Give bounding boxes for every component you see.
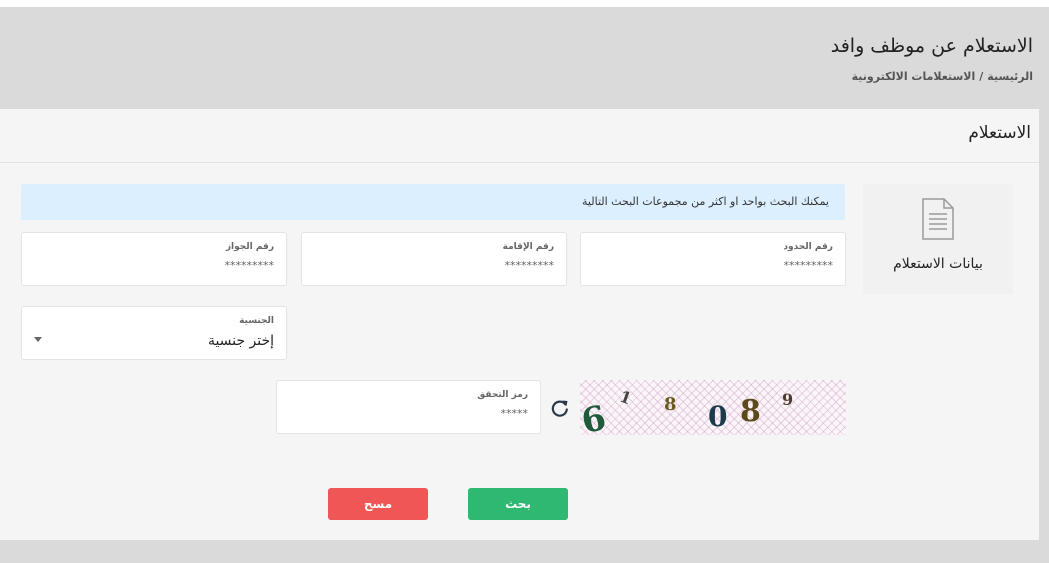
top-strip <box>0 0 1049 7</box>
chevron-down-icon <box>34 337 42 342</box>
clear-button[interactable]: مسح <box>328 488 428 520</box>
captcha-digit: 0 <box>708 400 728 433</box>
captcha-digit: 1 <box>617 386 635 409</box>
border-number-field: رقم الحدود <box>580 232 846 286</box>
card-title: الاستعلام <box>968 123 1031 143</box>
iqama-number-label: رقم الإقامة <box>502 242 554 252</box>
captcha-digit: 8 <box>664 394 677 415</box>
captcha-code-label: رمز التحقق <box>477 390 528 400</box>
nationality-select[interactable]: الجنسية إختر جنسية <box>21 306 287 360</box>
captcha-code-field: رمز التحقق <box>276 380 541 434</box>
border-number-input[interactable] <box>593 259 833 272</box>
captcha-digit: 6 <box>578 397 610 443</box>
passport-number-label: رقم الجواز <box>225 242 274 252</box>
document-icon <box>922 198 954 240</box>
refresh-icon[interactable] <box>550 398 570 418</box>
info-message: يمكنك البحث بواحد او اكثر من مجموعات الب… <box>21 184 845 220</box>
breadcrumb: الرئيسية/الاستعلامات الالكترونية <box>852 70 1033 83</box>
breadcrumb-current: الاستعلامات الالكترونية <box>851 70 976 83</box>
iqama-number-input[interactable] <box>314 259 554 272</box>
breadcrumb-home-link[interactable]: الرئيسية <box>987 70 1033 83</box>
page-title: الاستعلام عن موظف وافد <box>830 35 1033 57</box>
search-button[interactable]: بحث <box>468 488 568 520</box>
passport-number-field: رقم الجواز <box>21 232 287 286</box>
captcha-digit: 8 <box>740 394 761 429</box>
iqama-number-field: رقم الإقامة <box>301 232 567 286</box>
border-number-label: رقم الحدود <box>783 242 833 252</box>
captcha-code-input[interactable] <box>289 407 528 420</box>
passport-number-input[interactable] <box>34 259 274 272</box>
captcha-image: 6 1 8 0 8 9 <box>578 380 846 442</box>
page-header: الاستعلام عن موظف وافد الرئيسية/الاستعلا… <box>0 7 1049 109</box>
captcha-digit: 9 <box>782 390 794 409</box>
nationality-selected-value: إختر جنسية <box>207 333 274 349</box>
tab-inquiry-data[interactable]: بيانات الاستعلام <box>863 184 1013 294</box>
breadcrumb-separator: / <box>979 70 984 83</box>
card-header: الاستعلام <box>0 109 1039 163</box>
inquiry-card: الاستعلام بيانات الاستعلام يمكنك البحث ب… <box>0 109 1039 540</box>
tab-inquiry-data-label: بيانات الاستعلام <box>893 256 983 272</box>
nationality-label: الجنسية <box>239 316 274 326</box>
